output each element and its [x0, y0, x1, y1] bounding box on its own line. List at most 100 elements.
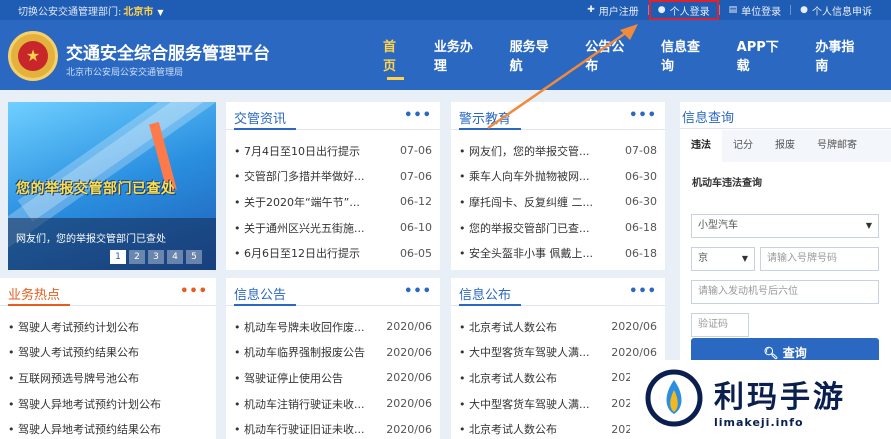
list-item[interactable]: • 机动车临界强制报废公告 2020/06	[234, 340, 432, 366]
panel-title[interactable]: 业务热点	[8, 284, 60, 303]
province-select[interactable]: 京 ▼	[691, 247, 755, 271]
carousel-page-1[interactable]: 1	[110, 250, 126, 264]
nav-home[interactable]: 首页	[383, 20, 408, 90]
list-item[interactable]: • 驾驶人考试预约计划公布	[8, 314, 208, 340]
list-item[interactable]: • 北京考试人数公布2020/06	[459, 365, 657, 391]
item-date: 07-08	[625, 144, 657, 158]
list-item[interactable]: • 驾驶证停止使用公告 2020/06	[234, 365, 432, 391]
department-label: 切换公安交通管理部门:	[18, 7, 122, 18]
more-link[interactable]: •••	[629, 284, 657, 299]
item-title: • 机动车行驶证旧证未收...	[234, 423, 365, 437]
list-item[interactable]: • 乘车人向车外抛物被网... 06-30	[459, 164, 657, 190]
list-item[interactable]: • 摩托闯卡、反复纠缠 二... 06-30	[459, 189, 657, 215]
more-link[interactable]: •••	[629, 108, 657, 123]
vehicle-type-select[interactable]: 小型汽车 ▼	[691, 214, 879, 238]
personal-login-link[interactable]: ● 个人登录	[648, 0, 719, 20]
list-item[interactable]: • 6月6日至12日出行提示 06-05	[234, 240, 432, 266]
tab-plate-mail[interactable]: 号牌邮寄	[806, 130, 868, 162]
nav-app-download[interactable]: APP下载	[737, 20, 790, 90]
carousel-page-5[interactable]: 5	[186, 250, 202, 264]
banner-caption[interactable]: 网友们，您的举报交管部门已查处	[16, 230, 166, 245]
item-title: • 6月6日至12日出行提示	[234, 247, 360, 261]
list-item[interactable]: • 安全头盔非小事 佩戴上... 06-18	[459, 240, 657, 266]
list-item[interactable]: • 大中型客货车驾驶人满...2020/06	[459, 340, 657, 366]
query-tabs: 违法 记分 报废 号牌邮寄	[680, 130, 891, 162]
more-link[interactable]: •••	[180, 284, 208, 299]
company-login-link[interactable]: ▤ 单位登录	[720, 0, 791, 20]
panel-title[interactable]: 信息公告	[234, 284, 286, 303]
item-title: • 乘车人向车外抛物被网...	[459, 170, 590, 184]
item-title: • 驾驶人异地考试预约结果公布	[8, 423, 161, 437]
plate-number-input[interactable]: 请输入号牌号码	[760, 247, 879, 271]
hot-topics-panel: 业务热点 ••• • 驾驶人考试预约计划公布 • 驾驶人考试预约结果公布 • 互…	[0, 278, 216, 439]
title-underline	[234, 128, 296, 130]
appeal-link[interactable]: ● 个人信息申诉	[791, 0, 881, 20]
list-item[interactable]: • 机动车注销行驶证未收... 2020/06	[234, 391, 432, 417]
item-title: • 您的举报交管部门已查...	[459, 221, 590, 235]
item-date: 2020/06	[386, 397, 432, 411]
news-panel: 交管资讯 ••• • 7月4日至10日出行提示 07-06 • 交管部门多措并举做…	[226, 102, 440, 270]
tab-points[interactable]: 记分	[722, 130, 764, 162]
item-date: 06-30	[625, 195, 657, 209]
panel-title[interactable]: 信息公布	[459, 284, 511, 303]
nav-service[interactable]: 服务导航	[510, 20, 560, 90]
panel-title[interactable]: 交管资讯	[234, 108, 286, 127]
department-value[interactable]: 北京市	[123, 7, 153, 18]
more-link[interactable]: •••	[404, 108, 432, 123]
item-title: • 驾驶证停止使用公告	[234, 371, 343, 385]
list-item[interactable]: • 驾驶人异地考试预约计划公布	[8, 391, 208, 417]
captcha-input[interactable]: 验证码	[691, 313, 749, 337]
list-item[interactable]: • 机动车号牌未收回作废... 2020/06	[234, 314, 432, 340]
item-date: 06-30	[625, 169, 657, 183]
item-date: 2020/06	[611, 345, 657, 359]
account-links: ✚ 用户注册 ● 个人登录 ▤ 单位登录 ● 个人信息申诉	[578, 0, 881, 20]
item-date: 06-05	[400, 246, 432, 260]
item-date: 2020/06	[386, 345, 432, 359]
more-link[interactable]: •••	[404, 284, 432, 299]
list-item[interactable]: • 驾驶人考试预约结果公布	[8, 340, 208, 366]
site-header: ★ 交通安全综合服务管理平台 北京市公安局公安交通管理局 首页 业务办理 服务导…	[0, 20, 891, 90]
tab-violation[interactable]: 违法	[680, 130, 722, 162]
warning-panel: 警示教育 ••• • 网友们，您的举报交管... 07-08 • 乘车人向车外抛物…	[451, 102, 665, 270]
item-date: 2020/06	[611, 320, 657, 334]
item-date: 07-06	[400, 144, 432, 158]
list-item[interactable]: • 驾驶人异地考试预约结果公布	[8, 416, 208, 439]
panel-title[interactable]: 警示教育	[459, 108, 511, 127]
nav-info-query[interactable]: 信息查询	[661, 20, 711, 90]
department-switcher[interactable]: 切换公安交通管理部门: 北京市 ▼	[18, 3, 164, 18]
list-item[interactable]: • 7月4日至10日出行提示 07-06	[234, 138, 432, 164]
carousel-page-4[interactable]: 4	[167, 250, 183, 264]
engine-number-input[interactable]: 请输入发动机号后六位	[691, 280, 879, 304]
news-carousel[interactable]: 您的举报交管部门已查处 网友们，您的举报交管部门已查处 1 2 3 4 5	[8, 102, 216, 270]
list-item[interactable]: • 北京考试人数公布2020/06	[459, 416, 657, 439]
item-title: • 交管部门多措并举做好...	[234, 170, 365, 184]
register-link[interactable]: ✚ 用户注册	[578, 0, 648, 20]
list-item[interactable]: • 关于2020年“端午节”... 06-12	[234, 189, 432, 215]
list-item[interactable]: • 您的举报交管部门已查... 06-18	[459, 215, 657, 241]
list-item[interactable]: • 机动车行驶证旧证未收... 2020/06	[234, 416, 432, 439]
emblem-center: ★	[18, 41, 48, 71]
nav-announcements[interactable]: 公告公布	[585, 20, 635, 90]
appeal-label: 个人信息申诉	[812, 6, 872, 18]
list-item[interactable]: • 互联网预选号牌号池公布	[8, 365, 208, 391]
item-title: • 关于2020年“端午节”...	[234, 195, 360, 209]
list-item[interactable]: • 北京考试人数公布 2020/06	[459, 314, 657, 340]
nav-guide[interactable]: 办事指南	[815, 20, 865, 90]
item-title: • 摩托闯卡、反复纠缠 二...	[459, 195, 593, 209]
caret-down-icon: ▼	[157, 8, 164, 17]
list-item[interactable]: • 网友们，您的举报交管... 07-08	[459, 138, 657, 164]
watermark-url: limakeji.info	[714, 416, 804, 429]
carousel-page-2[interactable]: 2	[129, 250, 145, 264]
item-title: • 北京考试人数公布	[459, 320, 557, 334]
user-icon: ●	[800, 5, 808, 15]
carousel-pager: 1 2 3 4 5	[110, 250, 205, 264]
tab-scrap[interactable]: 报废	[764, 130, 806, 162]
list-item[interactable]: • 大中型客货车驾驶人满...2020/06	[459, 391, 657, 417]
item-date: 2020/06	[386, 371, 432, 385]
item-date: 06-18	[625, 221, 657, 235]
nav-business[interactable]: 业务办理	[434, 20, 484, 90]
list-item[interactable]: • 交管部门多措并举做好... 07-06	[234, 164, 432, 190]
carousel-page-3[interactable]: 3	[148, 250, 164, 264]
list-item[interactable]: • 关于通州区兴光五街施... 06-10	[234, 215, 432, 241]
police-emblem-icon: ★	[8, 31, 58, 81]
